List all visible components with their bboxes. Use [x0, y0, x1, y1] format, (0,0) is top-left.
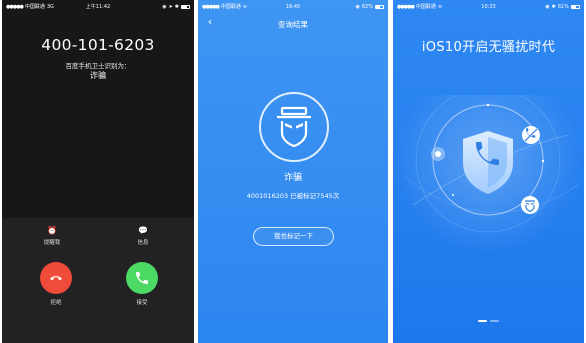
decline-button[interactable]	[40, 262, 72, 294]
remind-me-button[interactable]: ⏰ 提醒我	[37, 226, 67, 246]
result-icon-ring	[259, 92, 329, 162]
promo-title: iOS10开启无骚扰时代	[421, 40, 556, 55]
incoming-call-screen: ●●●●● 中国联通 3G 上午11:42 ◉ ➤ ✱ 400-101-6203…	[2, 0, 194, 343]
protection-illustration	[393, 95, 583, 255]
battery-icon	[375, 5, 384, 9]
alarm-clock-icon: ⏰	[47, 226, 57, 235]
page-dot[interactable]	[490, 320, 499, 322]
status-bar: ●●●●● 中国联通 ≋ 10:33 ◉ ✱ 61%	[397, 2, 580, 12]
identification-subtitle: 百度手机卫士识别为：	[65, 62, 131, 70]
battery-icon	[571, 5, 580, 9]
accept-button[interactable]	[126, 262, 158, 294]
phone-icon	[136, 272, 148, 284]
message-icon: 💬	[138, 226, 148, 235]
status-bar: ●●●●● 中国联通 ≋ 16:45 ◉ 62%	[202, 2, 384, 12]
promo-screen: ●●●●● 中国联通 ≋ 10:33 ◉ ✱ 61% iOS10开启无骚扰时代	[393, 0, 584, 343]
result-detail: 4001016203 已被标记7545次	[246, 192, 340, 200]
status-time: 上午11:42	[85, 4, 111, 10]
status-bar: ●●●●● 中国联通 3G 上午11:42 ◉ ➤ ✱	[6, 2, 190, 12]
query-result-screen: ●●●●● 中国联通 ≋ 16:45 ◉ 62% ‹ 查询结果 诈骗 40010…	[198, 0, 388, 343]
accept-label: 接受	[136, 300, 148, 306]
page-indicator	[393, 320, 584, 322]
message-button[interactable]: 💬 信息	[128, 226, 158, 246]
scam-face-icon	[277, 106, 311, 148]
page-title: 查询结果	[278, 20, 308, 29]
scam-face-icon	[521, 196, 539, 214]
mark-number-button[interactable]: 我也标记一下	[253, 227, 334, 246]
call-actions-panel	[2, 218, 194, 343]
status-time: 16:45	[285, 4, 301, 10]
caller-tag: 诈骗	[90, 71, 106, 80]
hang-up-icon	[50, 276, 62, 281]
result-title: 诈骗	[283, 173, 302, 183]
bell-icon	[431, 147, 445, 161]
battery-icon	[181, 5, 190, 9]
phone-blocked-icon	[522, 126, 540, 144]
message-label: 信息	[137, 240, 149, 246]
page-dot-active[interactable]	[478, 320, 487, 322]
remind-me-label: 提醒我	[43, 240, 61, 246]
status-time: 10:33	[481, 4, 496, 10]
decline-label: 拒绝	[50, 300, 62, 306]
caller-number: 400-101-6203	[41, 36, 155, 54]
